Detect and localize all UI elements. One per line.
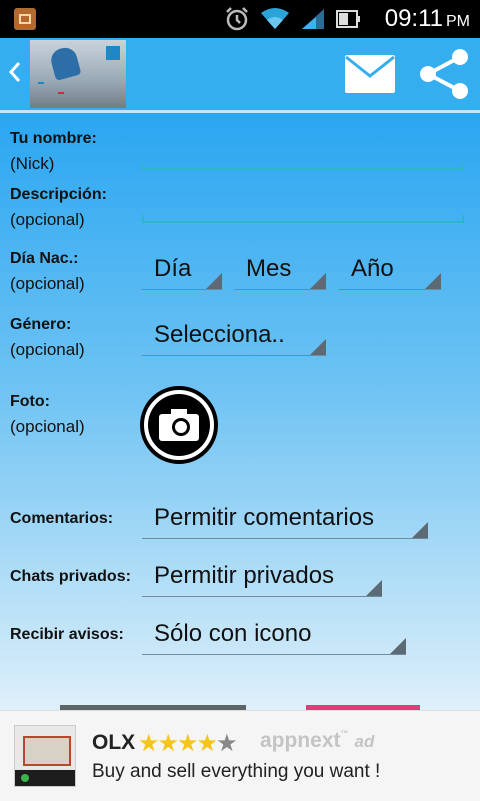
dropdown-arrow-icon bbox=[390, 638, 406, 654]
star-icon: ★ bbox=[157, 730, 179, 757]
notification-image-icon bbox=[14, 8, 36, 30]
share-icon[interactable] bbox=[418, 48, 470, 100]
back-button[interactable] bbox=[8, 60, 22, 88]
dropdown-arrow-icon bbox=[310, 339, 326, 355]
photo-label-group: Foto: (opcional) bbox=[10, 388, 85, 439]
comments-spinner-underline bbox=[142, 538, 428, 539]
day-spinner-value: Día bbox=[154, 255, 192, 282]
notifications-spinner-underline bbox=[142, 654, 406, 655]
month-spinner[interactable]: Mes bbox=[234, 250, 326, 290]
notifications-spinner-value: Sólo con icono bbox=[154, 620, 312, 647]
private-chats-label: Chats privados: bbox=[10, 568, 131, 585]
ad-rating-stars: ★★★★★ bbox=[138, 729, 238, 758]
name-hint: (Nick) bbox=[10, 154, 55, 173]
ad-banner[interactable]: OLX ★★★★★ appnext™ ad Buy and sell everyt… bbox=[0, 710, 480, 801]
birthdate-label-group: Día Nac.: (opcional) bbox=[10, 245, 85, 296]
name-label-group: Tu nombre: (Nick) bbox=[10, 125, 97, 176]
ad-description: Buy and sell everything you want ! bbox=[92, 761, 381, 782]
ad-icon-graphic bbox=[23, 736, 71, 766]
comments-spinner-value: Permitir comentarios bbox=[154, 504, 375, 531]
notifications-label: Recibir avisos: bbox=[10, 626, 124, 643]
banner-tag-secondary bbox=[58, 92, 64, 94]
signal-icon bbox=[302, 9, 324, 29]
dropdown-arrow-icon bbox=[310, 273, 326, 289]
birthdate-label: Día Nac.: bbox=[10, 250, 79, 267]
year-spinner-underline bbox=[339, 289, 441, 290]
ad-brand-tm: ™ bbox=[340, 729, 349, 738]
wifi-icon bbox=[261, 8, 289, 29]
day-spinner-underline bbox=[142, 289, 222, 290]
ad-app-icon bbox=[14, 725, 76, 787]
dropdown-arrow-icon bbox=[412, 522, 428, 538]
battery-icon bbox=[336, 10, 360, 28]
camera-icon[interactable] bbox=[140, 386, 218, 464]
description-label: Descripción: bbox=[10, 186, 107, 203]
notifications-label-group: Recibir avisos: bbox=[10, 621, 124, 647]
private-chats-spinner-value: Permitir privados bbox=[154, 562, 335, 589]
star-icon: ★ bbox=[138, 730, 159, 757]
description-label-group: Descripción: (opcional) bbox=[10, 181, 107, 232]
comments-label: Comentarios: bbox=[10, 510, 114, 527]
photo-hint: (opcional) bbox=[10, 417, 85, 436]
chevron-left-icon bbox=[8, 62, 21, 82]
clock: 09:11 PM bbox=[385, 6, 470, 35]
ad-icon-strip bbox=[15, 770, 75, 786]
star-icon: ★ bbox=[196, 730, 218, 757]
gender-spinner-value: Selecciona.. bbox=[154, 321, 285, 348]
name-input[interactable] bbox=[142, 162, 464, 170]
status-bar: 09:11 PM bbox=[0, 0, 480, 38]
profile-form: Tu nombre: (Nick) Descripción: (opcional… bbox=[0, 113, 480, 715]
private-chats-label-group: Chats privados: bbox=[10, 563, 131, 589]
year-spinner-value: Año bbox=[351, 255, 394, 282]
dropdown-arrow-icon bbox=[366, 580, 382, 596]
gender-spinner[interactable]: Selecciona.. bbox=[142, 316, 326, 356]
private-chats-spinner[interactable]: Permitir privados bbox=[142, 557, 382, 597]
photo-label: Foto: bbox=[10, 393, 50, 410]
description-input[interactable] bbox=[142, 215, 464, 223]
month-spinner-underline bbox=[234, 289, 326, 290]
ad-brand-name: appnext bbox=[260, 729, 341, 752]
gender-label-group: Género: (opcional) bbox=[10, 311, 85, 362]
ad-label: ad bbox=[354, 732, 375, 751]
clock-time: 09:11 bbox=[384, 5, 443, 32]
gender-hint: (opcional) bbox=[10, 340, 85, 359]
comments-label-group: Comentarios: bbox=[10, 505, 113, 531]
comments-spinner[interactable]: Permitir comentarios bbox=[142, 499, 428, 539]
banner-logo bbox=[106, 46, 120, 60]
gender-label: Género: bbox=[10, 316, 72, 333]
campaign-banner-image[interactable] bbox=[30, 40, 126, 108]
banner-figure bbox=[48, 45, 82, 81]
alarm-icon bbox=[226, 7, 248, 31]
day-spinner[interactable]: Día bbox=[142, 250, 222, 290]
dropdown-arrow-icon bbox=[425, 273, 441, 289]
ad-network-brand: appnext™ ad bbox=[260, 729, 374, 753]
banner-tag bbox=[38, 82, 44, 84]
dropdown-arrow-icon bbox=[206, 273, 222, 289]
description-hint: (opcional) bbox=[10, 210, 85, 229]
app-bar bbox=[0, 38, 480, 110]
private-chats-spinner-underline bbox=[142, 596, 382, 597]
month-spinner-value: Mes bbox=[246, 255, 292, 282]
ad-title: OLX bbox=[92, 731, 136, 754]
name-label: Tu nombre: bbox=[10, 130, 97, 147]
birthdate-hint: (opcional) bbox=[10, 274, 85, 293]
gender-spinner-underline bbox=[142, 355, 326, 356]
mail-icon[interactable] bbox=[344, 54, 396, 94]
star-icon: ★ bbox=[177, 730, 198, 757]
status-icons bbox=[224, 6, 360, 32]
clock-ampm: PM bbox=[446, 13, 470, 30]
year-spinner[interactable]: Año bbox=[339, 250, 441, 290]
star-empty-icon: ★ bbox=[216, 730, 237, 757]
notifications-spinner[interactable]: Sólo con icono bbox=[142, 615, 406, 655]
